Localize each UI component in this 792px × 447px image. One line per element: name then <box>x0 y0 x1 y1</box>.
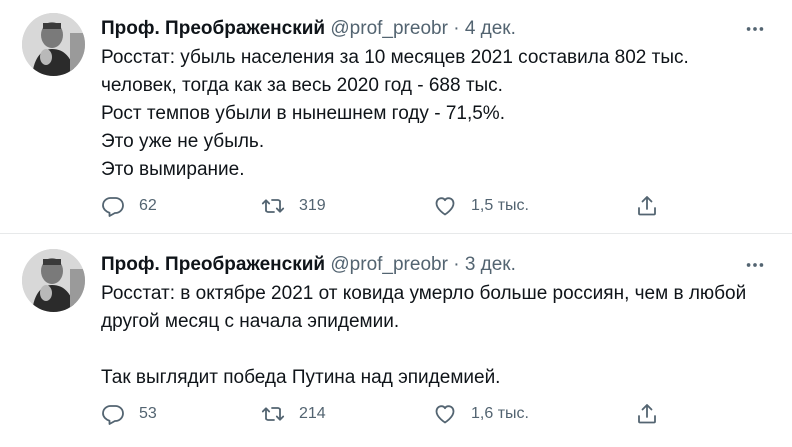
avatar[interactable] <box>22 13 85 76</box>
tweet-text-line: Это уже не убыль. <box>101 131 265 152</box>
reply-count: 53 <box>139 405 157 422</box>
reply-count: 62 <box>139 197 157 214</box>
like-button[interactable]: 1,6 тыс. <box>433 399 529 429</box>
retweet-icon <box>261 199 285 213</box>
tweet-text-line: другой месяц с начала эпидемии. <box>101 311 400 332</box>
tweet-text-line: Росстат: убыль населения за 10 месяцев 2… <box>101 47 689 68</box>
tweet-text: Росстат: в октябре 2021 от ковида умерло… <box>101 280 771 392</box>
avatar-image <box>22 13 85 76</box>
tweet-header: Проф. Преображенский @prof_preobr · 4 де… <box>101 16 516 42</box>
retweet-button[interactable]: 214 <box>261 399 326 429</box>
tweet-text-line: человек, тогда как за весь 2020 год - 68… <box>101 75 503 96</box>
author-handle[interactable]: @prof_preobr <box>330 254 448 275</box>
tweet-actions: 53 214 1,6 тыс. <box>101 399 681 429</box>
share-button[interactable] <box>635 191 659 221</box>
author-name[interactable]: Проф. Преображенский <box>101 254 325 275</box>
header-separator: · <box>453 18 460 39</box>
tweet[interactable]: Проф. Преображенский @prof_preobr · 4 де… <box>0 0 792 234</box>
tweet-text-line: Росстат: в октябре 2021 от ковида умерло… <box>101 283 747 304</box>
retweet-count: 319 <box>299 197 326 214</box>
tweet-text-line: Рост темпов убыли в нынешнем году - 71,5… <box>101 103 505 124</box>
more-options-icon[interactable] <box>744 254 766 276</box>
tweet-actions: 62 319 1,5 тыс. <box>101 191 681 221</box>
tweet-text-line: Это вымирание. <box>101 159 245 180</box>
retweet-icon <box>261 407 285 421</box>
tweet-date[interactable]: 3 дек. <box>465 254 516 275</box>
like-button[interactable]: 1,5 тыс. <box>433 191 529 221</box>
avatar-image <box>22 249 85 312</box>
more-options-icon[interactable] <box>744 18 766 40</box>
author-name[interactable]: Проф. Преображенский <box>101 18 325 39</box>
avatar[interactable] <box>22 249 85 312</box>
reply-button[interactable]: 62 <box>101 191 157 221</box>
reply-bubble-icon <box>102 405 124 425</box>
heart-icon <box>435 405 455 424</box>
tweet-text-line: Так выглядит победа Путина над эпидемией… <box>101 367 501 388</box>
tweet[interactable]: Проф. Преображенский @prof_preobr · 3 де… <box>0 235 792 447</box>
share-button[interactable] <box>635 399 659 429</box>
header-separator: · <box>453 254 460 275</box>
like-count: 1,6 тыс. <box>471 405 529 422</box>
share-upload-icon <box>638 196 656 216</box>
reply-button[interactable]: 53 <box>101 399 157 429</box>
reply-bubble-icon <box>102 197 124 217</box>
retweet-count: 214 <box>299 405 326 422</box>
tweet-text: Росстат: убыль населения за 10 месяцев 2… <box>101 44 771 184</box>
tweet-header: Проф. Преображенский @prof_preobr · 3 де… <box>101 252 516 278</box>
tweet-date[interactable]: 4 дек. <box>465 18 516 39</box>
retweet-button[interactable]: 319 <box>261 191 326 221</box>
like-count: 1,5 тыс. <box>471 197 529 214</box>
share-upload-icon <box>638 404 656 424</box>
author-handle[interactable]: @prof_preobr <box>330 18 448 39</box>
heart-icon <box>435 197 455 216</box>
